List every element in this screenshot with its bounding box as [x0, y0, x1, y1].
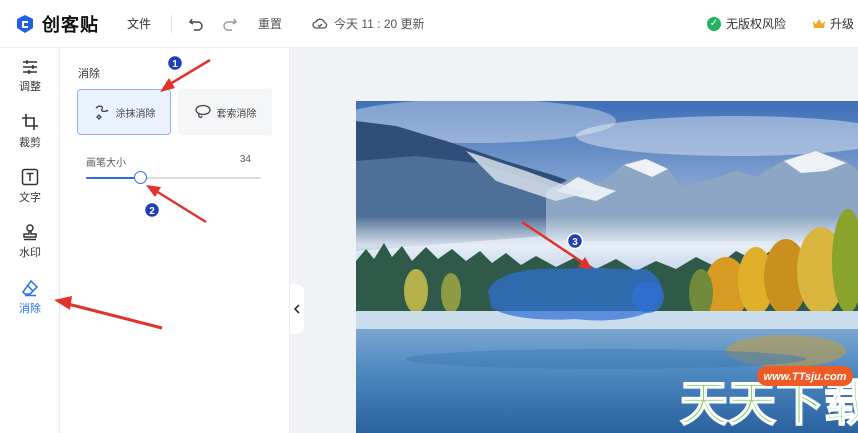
tool-watermark[interactable]: 水印	[0, 216, 60, 266]
tool-crop-label: 裁剪	[19, 136, 41, 149]
copyright-status[interactable]: ✓ 无版权风险	[706, 15, 786, 32]
tool-rail: 调整 裁剪 文字 水印 消除	[0, 48, 60, 433]
tool-erase-label: 消除	[19, 302, 41, 315]
redo-icon[interactable]	[220, 14, 240, 34]
sliders-icon	[23, 59, 37, 74]
editor-app: 创客贴 文件 重置 今天 11 : 20 更新 ✓ 无版权风险 升级 调整 裁剪…	[0, 0, 858, 433]
check-circle-icon: ✓	[706, 16, 721, 31]
file-menu[interactable]: 文件	[127, 15, 151, 32]
smear-erase-button[interactable]: 涂抹消除	[77, 89, 171, 135]
tool-watermark-label: 水印	[19, 246, 41, 259]
upgrade-label: 升级	[830, 17, 855, 31]
upgrade-button[interactable]: 升级	[812, 15, 858, 32]
brand[interactable]: 创客贴	[14, 11, 99, 37]
brush-size-slider[interactable]	[86, 171, 261, 184]
tool-erase[interactable]: 消除	[0, 272, 60, 322]
brush-size-slider-fill	[86, 177, 141, 179]
brush-size-label: 画笔大小	[86, 158, 126, 169]
save-status-text: 今天 11 : 20 更新	[334, 17, 425, 31]
text-icon	[21, 168, 39, 185]
brand-logo-icon	[14, 13, 36, 35]
crop-icon	[22, 113, 38, 130]
lasso-icon	[194, 104, 211, 119]
copyright-status-text: 无版权风险	[725, 17, 786, 31]
lasso-erase-label: 套索消除	[216, 108, 257, 120]
tool-adjust-label: 调整	[19, 80, 41, 93]
tool-text-label: 文字	[19, 191, 41, 204]
erase-settings-panel: 消除 涂抹消除 套索消除 画笔大小 34	[60, 48, 290, 433]
toolbar-divider	[171, 14, 173, 33]
tool-crop[interactable]: 裁剪	[0, 106, 60, 156]
eraser-icon	[22, 279, 39, 296]
save-status: 今天 11 : 20 更新	[312, 15, 425, 32]
cloud-icon	[312, 18, 328, 29]
collapse-panel-button[interactable]	[290, 284, 304, 334]
top-bar: 创客贴 文件 重置 今天 11 : 20 更新 ✓ 无版权风险 升级	[0, 0, 858, 48]
crown-icon	[813, 18, 825, 28]
brush-size-slider-thumb[interactable]	[134, 171, 148, 184]
lasso-erase-button[interactable]: 套索消除	[178, 89, 272, 135]
tool-adjust[interactable]: 调整	[0, 51, 60, 101]
reset-button[interactable]: 重置	[258, 15, 282, 32]
stamp-icon	[23, 223, 37, 240]
landscape-photo[interactable]	[356, 101, 858, 433]
panel-title: 消除	[78, 68, 100, 80]
brand-name: 创客贴	[42, 14, 99, 35]
tool-text[interactable]: 文字	[0, 161, 60, 211]
brush-size-value: 34	[239, 154, 251, 165]
smear-erase-label: 涂抹消除	[115, 108, 156, 120]
chevron-left-icon	[293, 304, 300, 314]
brush-smear-icon	[95, 105, 108, 120]
undo-icon[interactable]	[186, 14, 206, 34]
